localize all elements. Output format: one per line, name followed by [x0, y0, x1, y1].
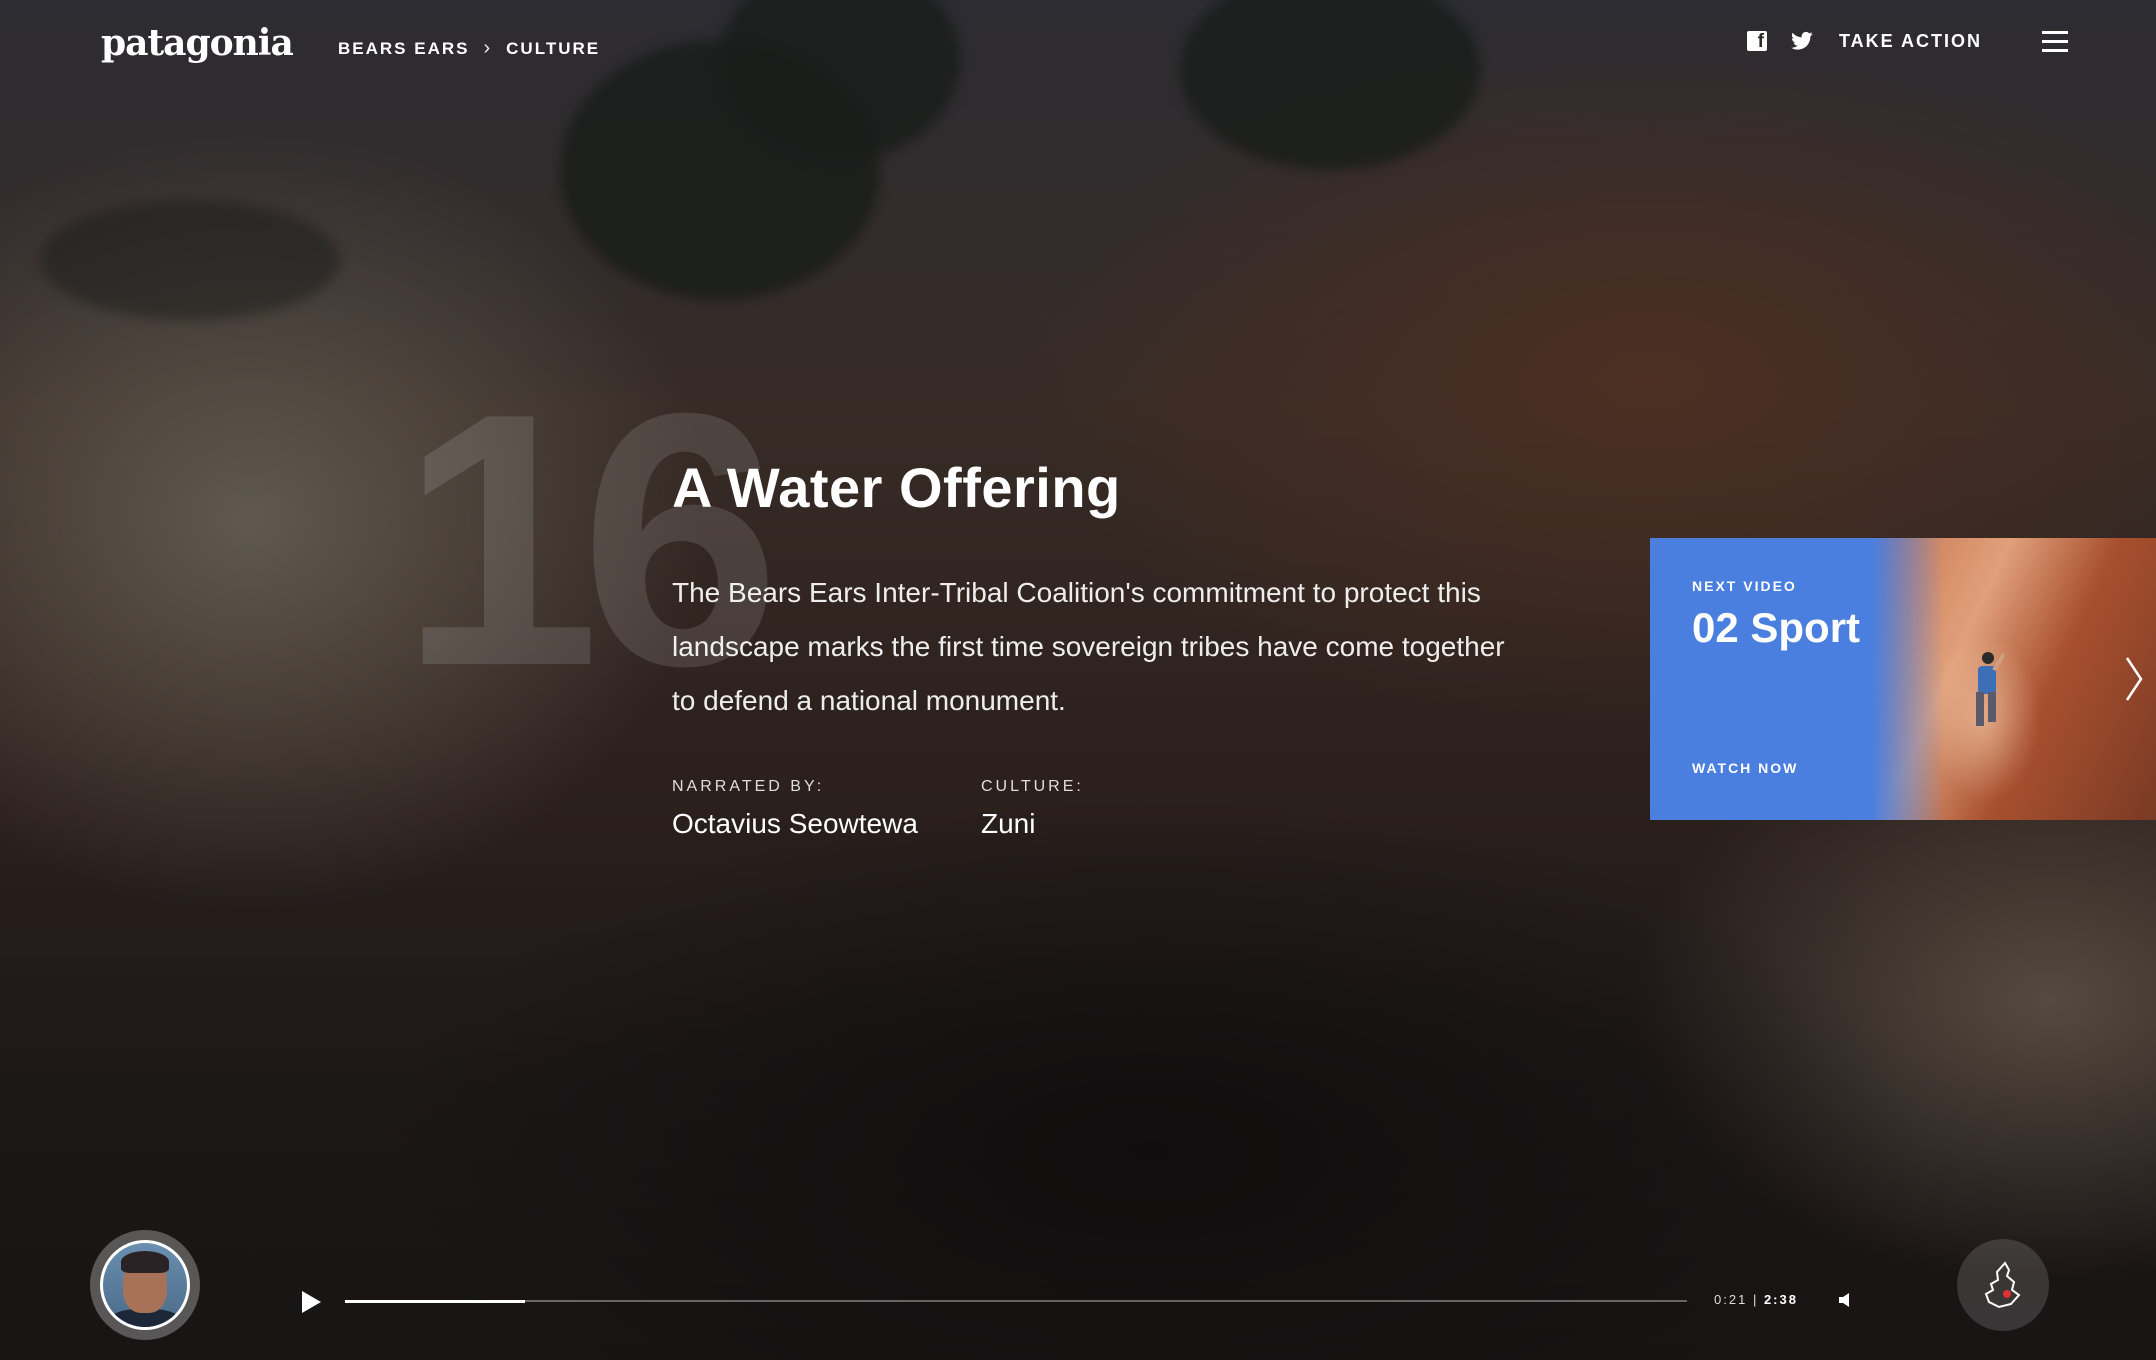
twitter-icon[interactable]: [1791, 31, 1813, 51]
time-display: 0:21 | 2:38: [1714, 1292, 1798, 1307]
map-button[interactable]: [1957, 1239, 2049, 1331]
culture-name: Zuni: [981, 808, 1036, 839]
watch-now-button[interactable]: WATCH NOW: [1692, 760, 1798, 776]
chevron-right-icon: ›: [483, 37, 493, 59]
breadcrumb: BEARS EARS › CULTURE: [338, 37, 600, 60]
facebook-icon[interactable]: f: [1747, 31, 1767, 51]
volume-icon[interactable]: [1838, 1292, 1854, 1308]
next-video-thumbnail: [1824, 538, 2156, 820]
video-progress-bar[interactable]: [345, 1299, 1687, 1303]
breadcrumb-culture[interactable]: CULTURE: [506, 39, 600, 59]
video-title: A Water Offering: [672, 456, 1121, 519]
next-video-label: NEXT VIDEO: [1692, 578, 1797, 594]
map-icon: [1984, 1261, 2021, 1309]
breadcrumb-bears-ears[interactable]: BEARS EARS: [338, 39, 469, 59]
video-description: The Bears Ears Inter-Tribal Coalition's …: [672, 577, 1505, 716]
current-time: 0:21: [1714, 1292, 1748, 1307]
duration: 2:38: [1763, 1292, 1798, 1307]
narrator-name: Octavius Seowtewa: [672, 808, 918, 839]
time-separator: |: [1752, 1292, 1759, 1307]
play-icon[interactable]: [300, 1290, 322, 1314]
climber-figure: [1976, 652, 2004, 726]
narrated-by-label: NARRATED BY:: [672, 778, 825, 795]
narrator-avatar[interactable]: [90, 1230, 200, 1340]
culture-label: CULTURE:: [981, 778, 1084, 795]
hamburger-menu-icon[interactable]: [2042, 30, 2068, 52]
top-navigation: patagonia BEARS EARS › CULTURE f TAKE AC…: [0, 0, 2156, 96]
narrator-block: NARRATED BY: Octavius Seowtewa: [672, 778, 918, 840]
header-actions: f TAKE ACTION: [1747, 30, 2068, 52]
progress-fill: [345, 1299, 525, 1303]
next-video-title: 02 Sport: [1692, 604, 1861, 651]
take-action-link[interactable]: TAKE ACTION: [1839, 31, 1982, 52]
patagonia-logo[interactable]: patagonia: [101, 22, 294, 64]
culture-block: CULTURE: Zuni: [981, 778, 1084, 840]
chevron-right-icon[interactable]: [2124, 656, 2144, 702]
next-video-card[interactable]: NEXT VIDEO 02 Sport WATCH NOW: [1650, 538, 2156, 820]
